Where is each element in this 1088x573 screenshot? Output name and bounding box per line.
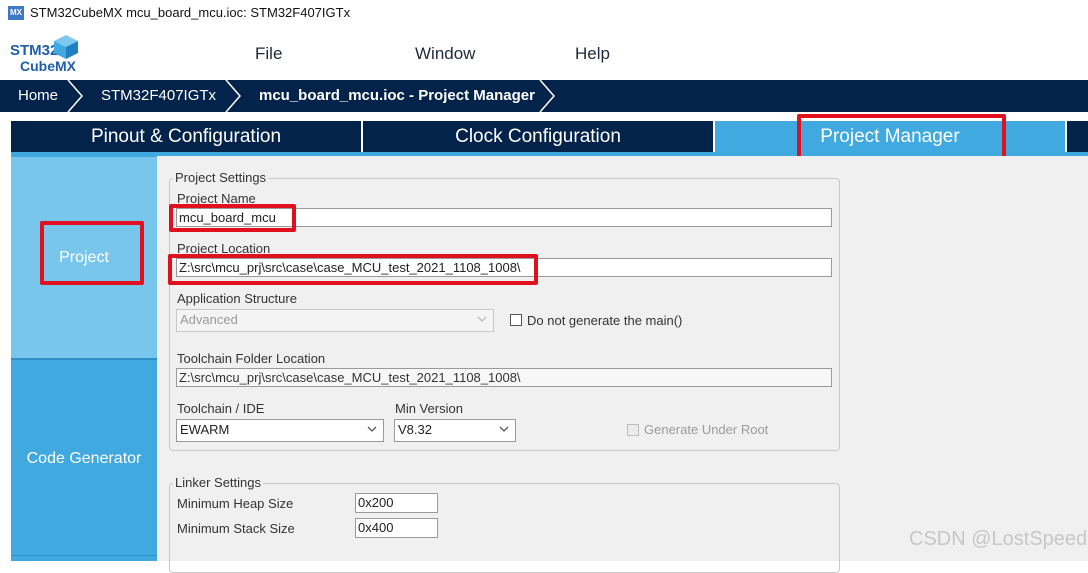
toolchain-folder-label: Toolchain Folder Location xyxy=(177,351,326,366)
nav-code-generator-label: Code Generator xyxy=(26,450,142,467)
breadcrumb: Home STM32F407IGTx mcu_board_mcu.ioc - P… xyxy=(0,80,1088,112)
toolchain-folder-input[interactable]: Z:\src\mcu_prj\src\case\case_MCU_test_20… xyxy=(176,368,832,387)
chevron-down-icon xyxy=(499,426,509,432)
project-name-input[interactable]: mcu_board_mcu xyxy=(176,208,832,227)
nav-code-generator[interactable]: Code Generator xyxy=(11,360,157,555)
menu-file[interactable]: File xyxy=(255,44,282,64)
toolchain-label: Toolchain / IDE xyxy=(177,401,265,416)
breadcrumb-chevron-icon xyxy=(67,80,83,112)
gen-under-root-checkbox[interactable] xyxy=(627,424,639,436)
chevron-down-icon xyxy=(477,316,487,322)
heap-size-input[interactable]: 0x200 xyxy=(355,493,438,513)
cube-icon xyxy=(54,35,78,59)
min-version-label: Min Version xyxy=(395,401,463,416)
linker-settings-legend: Linker Settings xyxy=(173,475,263,490)
breadcrumb-mcu[interactable]: STM32F407IGTx xyxy=(101,80,216,112)
stack-size-input[interactable]: 0x400 xyxy=(355,518,438,538)
breadcrumb-chevron-icon xyxy=(539,80,555,112)
stm32cubemx-logo: STM32 CubeMX xyxy=(10,34,82,76)
app-icon: MX xyxy=(8,6,24,20)
breadcrumb-home[interactable]: Home xyxy=(18,80,58,112)
nav-project-label: Project xyxy=(59,249,109,266)
stack-size-label: Minimum Stack Size xyxy=(177,521,295,536)
breadcrumb-project[interactable]: mcu_board_mcu.ioc - Project Manager xyxy=(259,80,535,112)
project-location-input[interactable]: Z:\src\mcu_prj\src\case\case_MCU_test_20… xyxy=(176,258,832,277)
menu-help[interactable]: Help xyxy=(575,44,610,64)
gen-under-root-label: Generate Under Root xyxy=(644,422,769,437)
toolchain-select[interactable]: EWARM xyxy=(176,419,384,442)
nav-divider xyxy=(11,555,157,556)
min-version-select[interactable]: V8.32 xyxy=(394,419,516,442)
title-bar: MX STM32CubeMX mcu_board_mcu.ioc: STM32F… xyxy=(0,0,1088,28)
tab-overflow xyxy=(1067,121,1088,152)
tab-project-manager[interactable]: Project Manager xyxy=(715,121,1065,152)
no-main-label: Do not generate the main() xyxy=(527,313,683,328)
logo-text-cubemx: CubeMX xyxy=(20,58,76,74)
watermark: CSDN @LostSpeed xyxy=(909,528,1088,550)
tab-bar: Pinout & Configuration Clock Configurati… xyxy=(11,121,1088,156)
logo-text-stm32: STM32 xyxy=(10,42,59,59)
nav-project[interactable]: Project xyxy=(11,157,157,358)
project-settings-legend: Project Settings xyxy=(173,170,269,185)
project-name-label: Project Name xyxy=(177,191,256,206)
window-title: STM32CubeMX mcu_board_mcu.ioc: STM32F407… xyxy=(30,5,351,20)
heap-size-label: Minimum Heap Size xyxy=(177,496,294,511)
breadcrumb-chevron-icon xyxy=(225,80,241,112)
tab-clock-configuration[interactable]: Clock Configuration xyxy=(363,121,713,152)
tab-pinout-configuration[interactable]: Pinout & Configuration xyxy=(11,121,361,152)
chevron-down-icon xyxy=(367,426,377,432)
app-structure-label: Application Structure xyxy=(177,291,297,306)
min-version-value: V8.32 xyxy=(398,422,432,437)
menu-window[interactable]: Window xyxy=(415,44,475,64)
app-structure-value: Advanced xyxy=(180,312,238,327)
project-location-label: Project Location xyxy=(177,241,271,256)
no-main-checkbox[interactable] xyxy=(510,314,522,326)
toolchain-value: EWARM xyxy=(180,422,230,437)
app-structure-select[interactable]: Advanced xyxy=(176,309,494,332)
